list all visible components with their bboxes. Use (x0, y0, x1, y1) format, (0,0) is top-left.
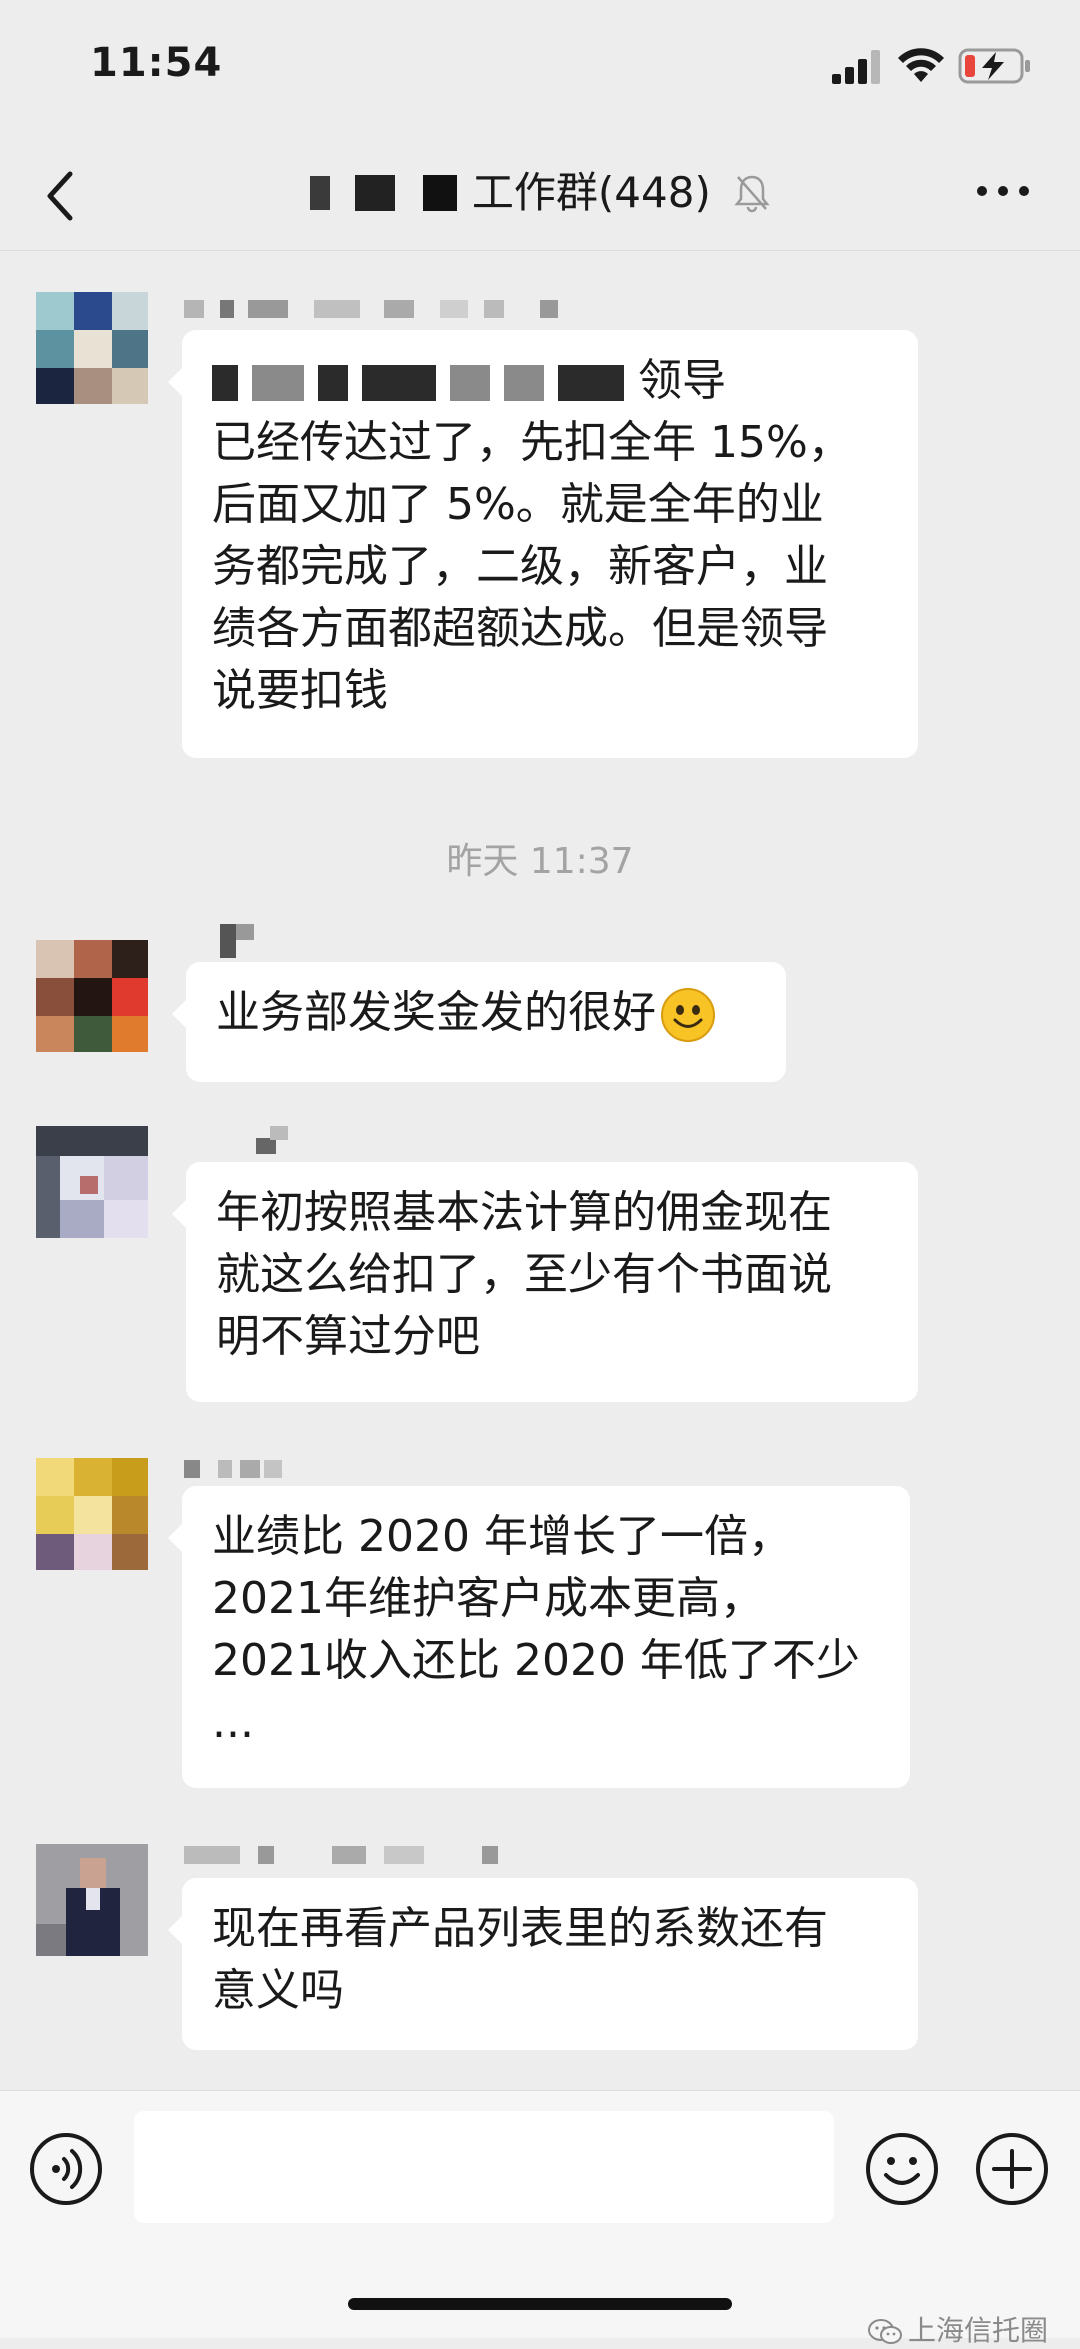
redacted-text (558, 365, 624, 401)
wechat-official-account-icon (868, 2319, 902, 2344)
chat-header: 工作群(448) (0, 140, 1080, 252)
redacted-group-name (355, 174, 396, 211)
message-line: 2021收入还比 2020 年低了不少 (212, 1635, 860, 1686)
message-line: 就这么给扣了，至少有个书面说 (216, 1249, 832, 1300)
sender-name-redacted (184, 1846, 504, 1866)
watermark-text: 上海信托圈 (908, 2314, 1049, 2347)
message-line: 绩各方面都超额达成。但是领导 (212, 603, 828, 654)
redacted-text (450, 365, 490, 401)
message-bubble[interactable]: 业绩比 2020 年增长了一倍， 2021年维护客户成本更高， 2021收入还比… (168, 1486, 910, 1788)
message-line: ... (212, 1697, 254, 1748)
message-bubble[interactable]: 年初按照基本法计算的佣金现在 就这么给扣了，至少有个书面说 明不算过分吧 (172, 1162, 918, 1402)
redacted-text (362, 365, 436, 401)
status-time: 11:54 (90, 40, 223, 86)
header-divider (0, 250, 1080, 251)
bell-muted-icon (734, 175, 770, 212)
sender-name-redacted (184, 1460, 294, 1480)
status-bar: 11:54 (0, 0, 1080, 140)
message-bubble[interactable]: 领导 已经传达过了，先扣全年 15%， 后面又加了 5%。就是全年的业 务都完成… (168, 330, 918, 758)
watermark: 上海信托圈 (868, 2309, 1048, 2349)
cellular-signal-icon (832, 50, 880, 84)
chat-title: 工作群(448) (471, 167, 711, 217)
message-line: 现在再看产品列表里的系数还有 (212, 1903, 828, 1954)
message-line: 业务部发奖金发的很好 (216, 982, 756, 1044)
message-text: 业务部发奖金发的很好 (216, 987, 656, 1038)
redacted-text (252, 365, 304, 401)
wifi-icon (898, 48, 944, 82)
voice-input-icon[interactable] (28, 2131, 104, 2207)
avatar[interactable] (36, 292, 148, 404)
sender-name-redacted (184, 300, 564, 320)
avatar[interactable] (36, 1126, 148, 1238)
message-line: 已经传达过了，先扣全年 15%， (212, 417, 852, 468)
message-line: 说要扣钱 (212, 665, 388, 716)
message-bubble[interactable]: 业务部发奖金发的很好 (172, 962, 786, 1082)
battery-low-charging-icon (958, 48, 1030, 84)
avatar[interactable] (36, 1458, 148, 1570)
message-input[interactable] (134, 2111, 834, 2223)
smiling-face-emoji (661, 988, 715, 1042)
message-line: 领导 (212, 350, 888, 412)
sender-name-redacted (220, 924, 260, 958)
redacted-group-name (422, 174, 457, 211)
emoji-face-icon[interactable] (864, 2131, 940, 2207)
redacted-text (212, 365, 238, 401)
avatar[interactable] (36, 1844, 148, 1956)
message-text: 领导 (638, 355, 726, 406)
message-line: 务都完成了，二级，新客户，业 (212, 541, 828, 592)
message-line: 2021年维护客户成本更高， (212, 1573, 764, 1624)
redacted-text (318, 365, 348, 401)
time-separator: 昨天 11:37 (446, 841, 634, 882)
message-line: 意义吗 (212, 1965, 344, 2016)
sender-name-redacted (256, 1126, 296, 1156)
avatar[interactable] (36, 940, 148, 1052)
message-line: 业绩比 2020 年增长了一倍， (212, 1511, 792, 1562)
message-line: 明不算过分吧 (216, 1311, 480, 1362)
chat-title-area: 工作群(448) (0, 160, 1080, 220)
home-indicator (348, 2298, 732, 2310)
message-line: 后面又加了 5%。就是全年的业 (212, 479, 824, 530)
plus-circle-icon[interactable] (974, 2131, 1050, 2207)
more-dots-icon[interactable] (976, 184, 1030, 198)
redacted-text (504, 365, 544, 401)
redacted-group-name (309, 175, 330, 210)
message-bubble[interactable]: 现在再看产品列表里的系数还有 意义吗 (168, 1878, 918, 2050)
message-line: 年初按照基本法计算的佣金现在 (216, 1187, 832, 1238)
